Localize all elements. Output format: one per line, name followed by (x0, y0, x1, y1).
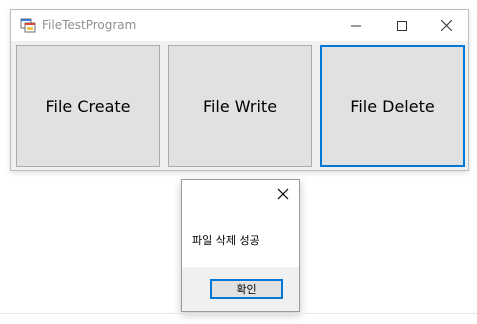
title-bar[interactable]: FileTestProgram (11, 10, 468, 41)
ok-button[interactable]: 확인 (210, 279, 283, 299)
maximize-icon (397, 16, 407, 35)
message-close-button[interactable] (275, 186, 291, 202)
close-icon (440, 16, 452, 35)
file-create-button[interactable]: File Create (16, 45, 160, 167)
file-delete-button[interactable]: File Delete (320, 45, 465, 167)
minimize-button[interactable] (333, 10, 379, 41)
client-area: File Create File Write File Delete (11, 41, 468, 170)
message-footer: 확인 (182, 267, 299, 311)
divider (0, 313, 477, 314)
message-box: 파일 삭제 성공 확인 (181, 179, 300, 312)
window-title: FileTestProgram (42, 18, 137, 32)
minimize-icon (351, 16, 361, 35)
message-text: 파일 삭제 성공 (192, 234, 260, 247)
close-icon (277, 188, 289, 200)
main-window: FileTestProgram File Create File Write F… (10, 9, 469, 171)
maximize-button[interactable] (379, 10, 425, 41)
app-form-icon (20, 17, 36, 33)
file-write-button[interactable]: File Write (168, 45, 312, 167)
close-button[interactable] (423, 10, 469, 41)
